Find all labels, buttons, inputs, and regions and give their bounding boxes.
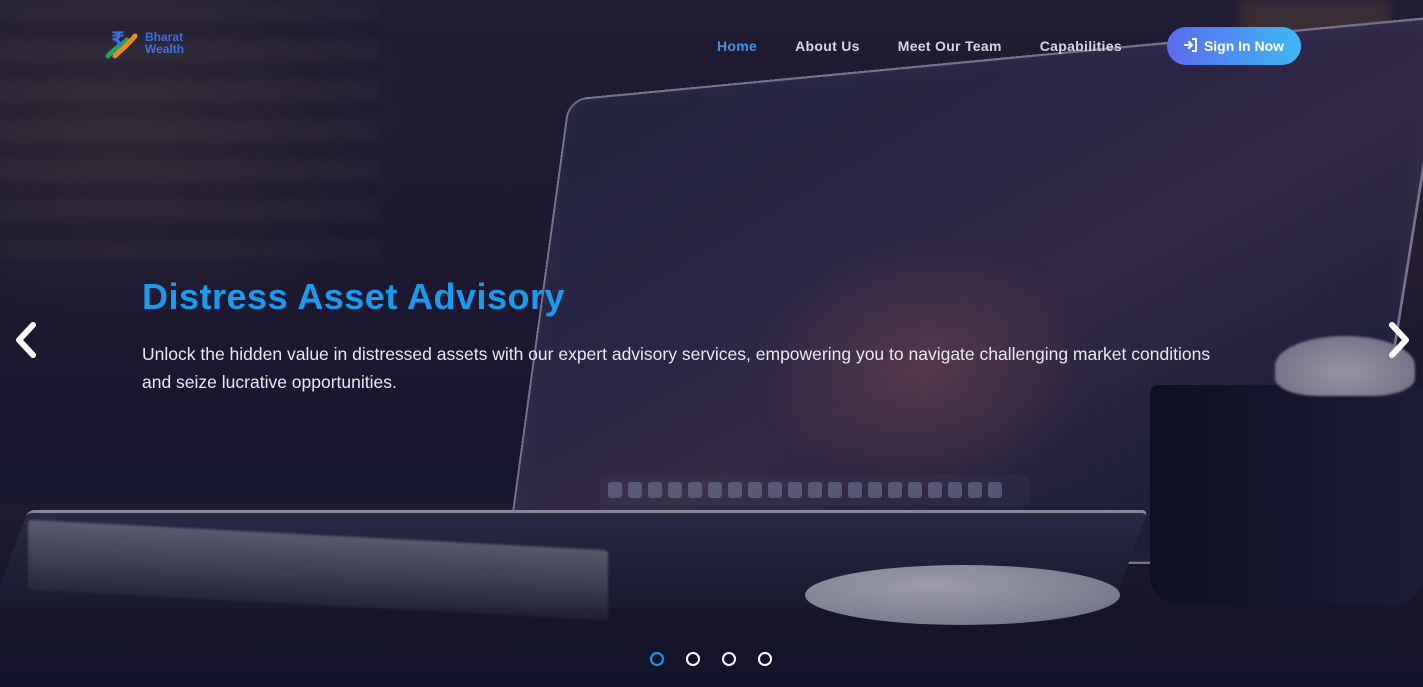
rupee-logo-icon: ₹ — [105, 26, 141, 60]
nav-home[interactable]: Home — [698, 31, 776, 61]
nav-links: Home About Us Meet Our Team Capabilities — [698, 31, 1141, 61]
sign-in-icon — [1183, 37, 1198, 55]
carousel-next-button[interactable] — [1379, 322, 1419, 368]
chevron-right-icon — [1387, 322, 1411, 368]
nav-capabilities[interactable]: Capabilities — [1021, 31, 1141, 61]
carousel-prev-button[interactable] — [6, 322, 46, 368]
carousel-dot-2[interactable] — [686, 652, 700, 666]
brand-line-2: Wealth — [145, 42, 185, 56]
sign-in-label: Sign In Now — [1203, 38, 1285, 54]
hero-description: Unlock the hidden value in distressed as… — [142, 344, 1211, 392]
svg-text:₹: ₹ — [111, 27, 125, 51]
carousel-dot-4[interactable] — [758, 652, 772, 666]
brand-name: Bharat Wealth — [145, 31, 184, 55]
sign-in-button[interactable]: Sign In Now — [1167, 27, 1301, 65]
chevron-left-icon — [14, 322, 38, 368]
nav-meet-our-team[interactable]: Meet Our Team — [879, 31, 1021, 61]
carousel-dot-3[interactable] — [722, 652, 736, 666]
brand-logo[interactable]: ₹ Bharat Wealth — [105, 26, 184, 60]
carousel-indicators — [650, 652, 772, 666]
carousel-dot-1[interactable] — [650, 652, 664, 666]
hero-title: Distress Asset Advisory — [142, 276, 566, 317]
navbar: ₹ Bharat Wealth Home About Us Meet Our T… — [0, 0, 1423, 92]
nav-about-us[interactable]: About Us — [776, 31, 879, 61]
